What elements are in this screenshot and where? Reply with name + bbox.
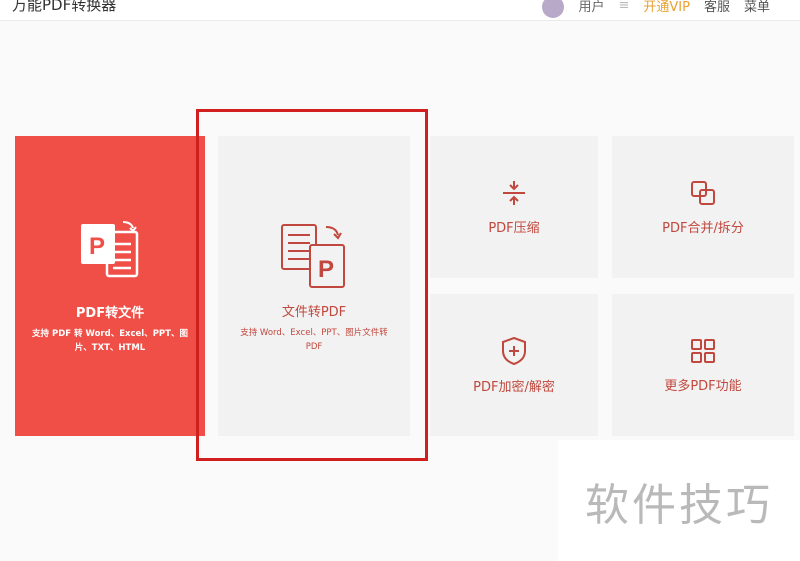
grid-icon	[691, 338, 715, 363]
shield-icon	[502, 336, 526, 365]
highlight-box	[196, 109, 428, 461]
menu-link[interactable]: 菜单	[744, 0, 770, 15]
service-link[interactable]: 客服	[704, 0, 730, 15]
compress-label: PDF压缩	[488, 220, 540, 236]
pdf-to-file-icon: P	[81, 220, 139, 277]
menu-icon[interactable]: ≡	[618, 0, 629, 13]
compress-icon	[503, 180, 525, 205]
watermark: 软件技巧	[558, 440, 800, 561]
encrypt-card[interactable]: PDF加密/解密	[430, 294, 598, 436]
watermark-text: 软件技巧	[585, 479, 773, 531]
user-name[interactable]: 用户	[578, 0, 604, 15]
compress-card[interactable]: PDF压缩	[430, 136, 598, 278]
encrypt-label: PDF加密/解密	[473, 379, 555, 395]
vip-link[interactable]: 开通VIP	[643, 0, 690, 15]
app-title: 万能PDF转换器	[12, 0, 117, 14]
merge-split-icon	[691, 180, 715, 205]
merge-split-label: PDF合并/拆分	[662, 220, 744, 236]
merge-split-card[interactable]: PDF合并/拆分	[612, 136, 794, 278]
title-bar: 万能PDF转换器 用户 ≡ 开通VIP 客服 菜单	[0, 0, 800, 21]
more-features-card[interactable]: 更多PDF功能	[612, 294, 794, 436]
top-right-controls: 用户 ≡ 开通VIP 客服 菜单	[542, 0, 770, 18]
pdf-to-file-card[interactable]: P PDF转文件 支持 PDF 转 Word、Excel、PPT、图片、TXT、…	[15, 136, 205, 436]
avatar[interactable]	[542, 0, 565, 18]
pdf-to-file-label: PDF转文件	[75, 305, 145, 321]
svg-text:P: P	[89, 233, 105, 260]
more-features-label: 更多PDF功能	[664, 378, 742, 394]
pdf-to-file-desc: 支持 PDF 转 Word、Excel、PPT、图片、TXT、HTML	[32, 328, 188, 353]
